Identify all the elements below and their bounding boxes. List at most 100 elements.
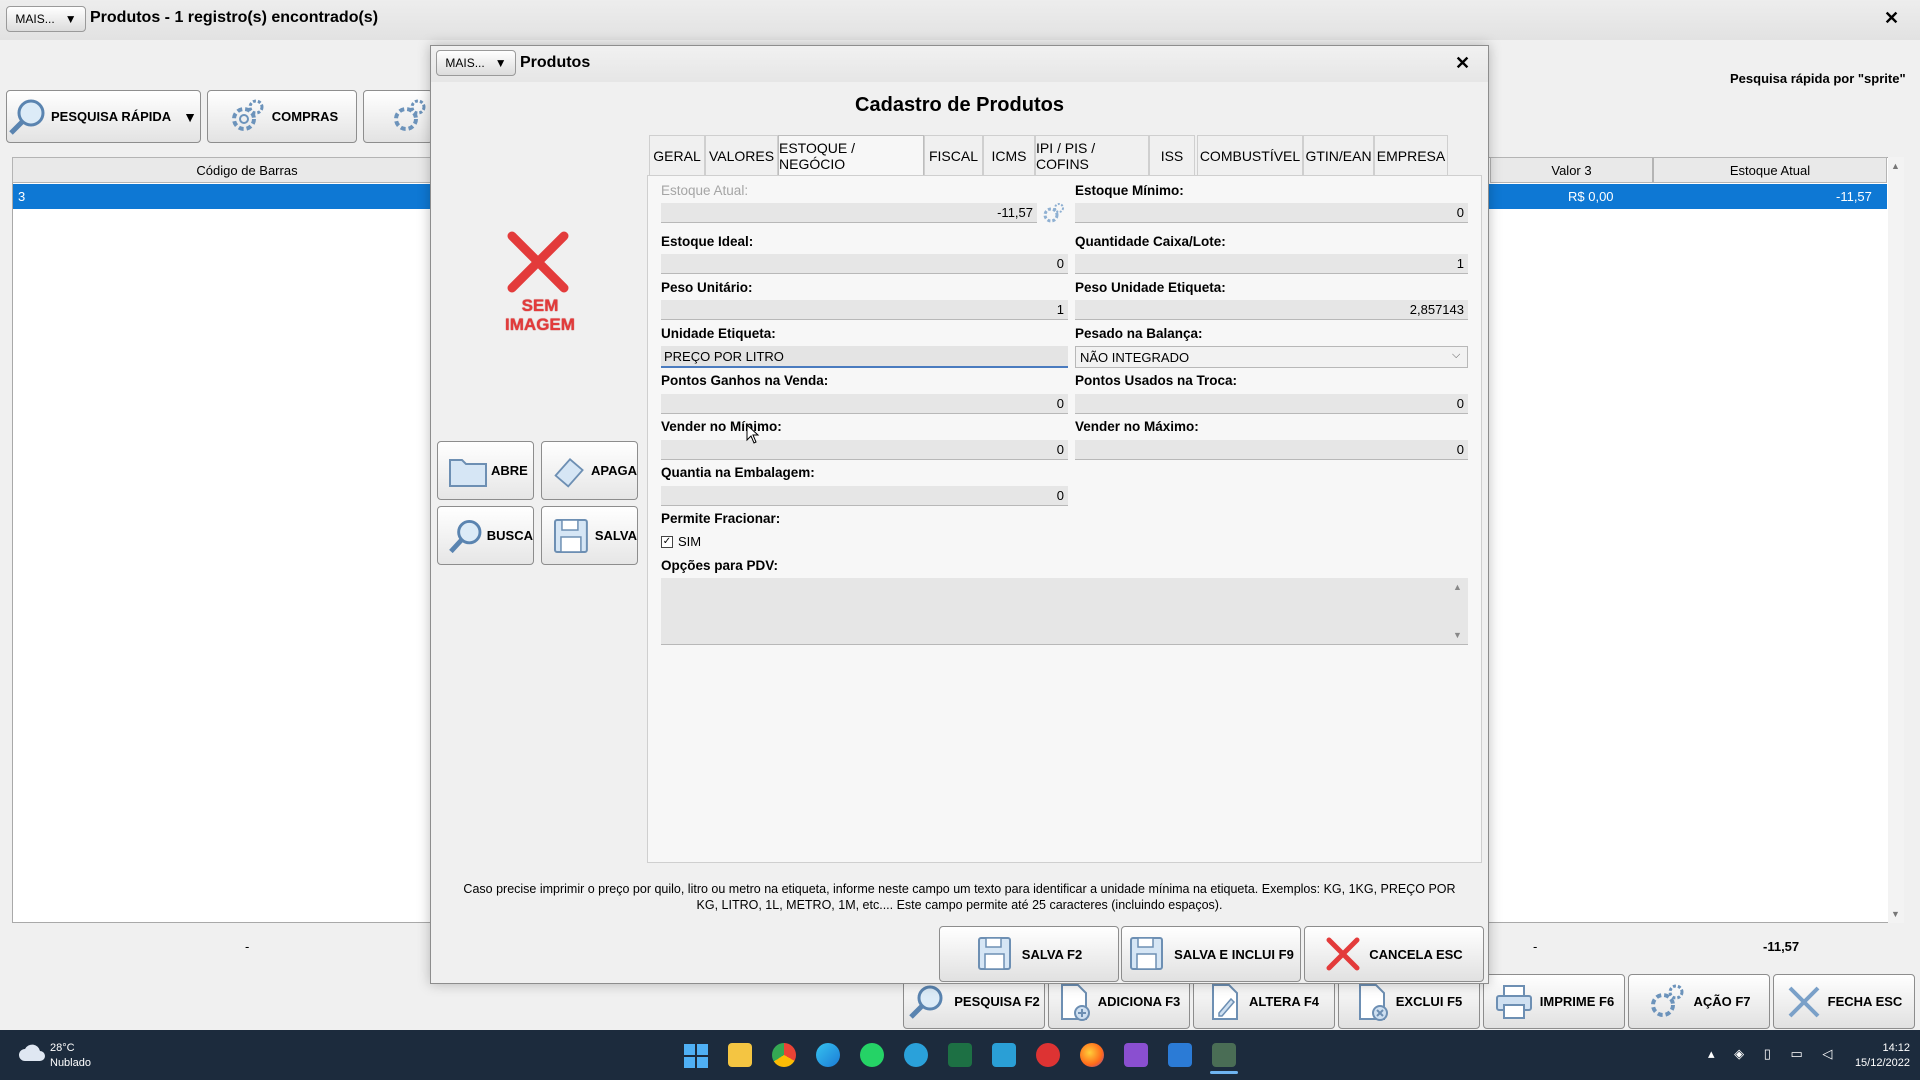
no-image-x-icon — [507, 231, 569, 293]
add-document-icon — [1060, 983, 1090, 1021]
permite-fracionar-checkbox[interactable]: ✓ SIM — [661, 534, 701, 549]
acao-f7-button[interactable]: AÇÃO F7 — [1628, 974, 1770, 1029]
compras-button[interactable]: COMPRAS — [207, 90, 357, 143]
scroll-up-icon[interactable]: ▲ — [1453, 582, 1462, 592]
estoque-atual-field[interactable]: -11,57 — [661, 203, 1037, 223]
gear-icon — [394, 99, 426, 131]
busca-button[interactable]: BUSCA — [437, 506, 534, 565]
grid-header-estoque[interactable]: Estoque Atual — [1653, 157, 1887, 183]
windows-start-icon[interactable] — [684, 1044, 708, 1068]
gear-icon — [231, 99, 264, 131]
product-image-placeholder[interactable]: SEM IMAGEM — [490, 228, 590, 348]
pontos-ganhos-label: Pontos Ganhos na Venda: — [661, 373, 829, 388]
peso-unidade-etiqueta-field[interactable]: 2,857143 — [1075, 300, 1468, 320]
dialog-mais-button[interactable]: MAIS... ▼ — [436, 50, 516, 76]
altera-f4-label: ALTERA F4 — [1248, 994, 1320, 1009]
erp-app-icon[interactable] — [1212, 1043, 1236, 1067]
whatsapp-icon[interactable] — [860, 1043, 884, 1067]
salva-button[interactable]: SALVA — [541, 506, 638, 565]
scroll-up-icon[interactable]: ▲ — [1891, 161, 1900, 171]
peso-unitario-field[interactable]: 1 — [661, 300, 1068, 320]
pesado-balanca-select[interactable]: NÃO INTEGRADO ⌵ — [1075, 346, 1468, 368]
pontos-usados-field[interactable]: 0 — [1075, 394, 1468, 414]
firefox-icon[interactable] — [1080, 1043, 1104, 1067]
delete-document-icon — [1358, 983, 1388, 1021]
grid-header-codigo[interactable]: Código de Barras — [12, 157, 482, 183]
tab-valores[interactable]: VALORES — [705, 135, 778, 175]
folder-icon — [449, 458, 487, 487]
weather-widget[interactable]: 28°C Nublado — [50, 1041, 91, 1071]
main-mais-button[interactable]: MAIS... ▼ — [6, 6, 86, 32]
chrome-icon[interactable] — [772, 1043, 796, 1067]
grid-scrollbar[interactable]: ▲ ▼ — [1888, 157, 1904, 923]
edge-icon[interactable] — [816, 1043, 840, 1067]
grid-header-valor3[interactable]: Valor 3 — [1490, 157, 1653, 183]
tab-gtin-ean[interactable]: GTIN/EAN — [1303, 135, 1374, 175]
unidade-etiqueta-hint: Caso precise imprimir o preço por quilo,… — [436, 881, 1483, 913]
opcoes-pdv-textarea[interactable]: ▲ ▼ — [661, 578, 1468, 645]
edit-document-icon — [1211, 983, 1238, 1020]
salva-inclui-f9-label: SALVA E INCLUI F9 — [1174, 946, 1294, 962]
salva-label: SALVA — [594, 528, 637, 543]
tab-fiscal[interactable]: FISCAL — [924, 135, 983, 175]
tab-combustivel[interactable]: COMBUSTÍVEL — [1197, 135, 1303, 175]
remote-app-icon[interactable] — [992, 1043, 1016, 1067]
unidade-etiqueta-field[interactable]: PREÇO POR LITRO — [661, 346, 1068, 368]
cloud-weather-icon[interactable] — [18, 1043, 46, 1063]
imprime-f6-label: IMPRIME F6 — [1539, 994, 1615, 1009]
scroll-down-icon[interactable]: ▼ — [1891, 909, 1900, 919]
imprime-f6-button[interactable]: IMPRIME F6 — [1483, 974, 1625, 1029]
telegram-icon[interactable] — [904, 1043, 928, 1067]
printer-icon — [1495, 984, 1532, 1019]
system-tray-icons[interactable]: ▴ ◈ ▯ ▭ ◁ — [1708, 1046, 1840, 1062]
salva-inclui-f9-button[interactable]: SALVA E INCLUI F9 — [1121, 926, 1301, 982]
summary-left: - — [245, 939, 250, 954]
gear-icon[interactable] — [1041, 202, 1065, 224]
eraser-icon — [554, 457, 584, 488]
tab-empresa[interactable]: EMPRESA — [1374, 135, 1448, 175]
file-explorer-icon[interactable] — [728, 1043, 752, 1067]
spreadsheet-icon[interactable] — [948, 1043, 972, 1067]
vender-maximo-label: Vender no Máximo: — [1075, 419, 1199, 434]
pontos-ganhos-field[interactable]: 0 — [661, 394, 1068, 414]
vender-maximo-field[interactable]: 0 — [1075, 440, 1468, 460]
close-icon — [1788, 986, 1820, 1017]
apaga-label: APAGA — [591, 463, 637, 478]
mail-icon[interactable] — [1168, 1043, 1192, 1067]
quantidade-caixa-field[interactable]: 1 — [1075, 254, 1468, 274]
app-red-icon[interactable] — [1036, 1043, 1060, 1067]
vender-minimo-label: Vender no Mínimo: — [661, 419, 782, 434]
fecha-esc-button[interactable]: FECHA ESC — [1773, 974, 1915, 1029]
tab-geral[interactable]: GERAL — [649, 135, 705, 175]
summary-mid: - — [1533, 939, 1538, 954]
media-app-icon[interactable] — [1124, 1043, 1148, 1067]
search-icon — [9, 99, 45, 135]
clock[interactable]: 14:12 15/12/2022 — [1838, 1041, 1910, 1071]
tab-estoque-negocio[interactable]: ESTOQUE / NEGÓCIO — [778, 135, 924, 176]
cancela-esc-button[interactable]: CANCELA ESC — [1304, 926, 1484, 982]
toolbar-partial-button[interactable] — [363, 90, 433, 143]
vender-minimo-field[interactable]: 0 — [661, 440, 1068, 460]
abre-button[interactable]: ABRE — [437, 441, 534, 500]
exclui-f5-label: EXCLUI F5 — [1395, 994, 1463, 1009]
pesquisa-rapida-button[interactable]: PESQUISA RÁPIDA ▼ — [6, 90, 201, 143]
quantia-embalagem-field[interactable]: 0 — [661, 486, 1068, 506]
estoque-minimo-label: Estoque Mínimo: — [1075, 183, 1184, 198]
main-close-icon[interactable]: ✕ — [1884, 8, 1899, 29]
salva-f2-button[interactable]: SALVA F2 — [939, 926, 1119, 982]
apaga-button[interactable]: APAGA — [541, 441, 638, 500]
tab-icms[interactable]: ICMS — [983, 135, 1035, 175]
estoque-minimo-field[interactable]: 0 — [1075, 203, 1468, 223]
clock-time: 14:12 — [1882, 1042, 1910, 1054]
tab-iss[interactable]: ISS — [1149, 135, 1195, 175]
permite-fracionar-sim: SIM — [678, 534, 702, 549]
estoque-ideal-field[interactable]: 0 — [661, 254, 1068, 274]
compras-label: COMPRAS — [271, 109, 339, 124]
mouse-cursor-icon — [746, 424, 760, 444]
estoque-atual-label: Estoque Atual: — [661, 183, 749, 198]
quantidade-caixa-label: Quantidade Caixa/Lote: — [1075, 234, 1226, 249]
dialog-close-icon[interactable]: ✕ — [1455, 53, 1470, 74]
scroll-down-icon[interactable]: ▼ — [1453, 630, 1462, 640]
tab-ipi-pis-cofins[interactable]: IPI / PIS / COFINS — [1035, 135, 1149, 175]
floppy-disk-icon — [1130, 937, 1164, 970]
